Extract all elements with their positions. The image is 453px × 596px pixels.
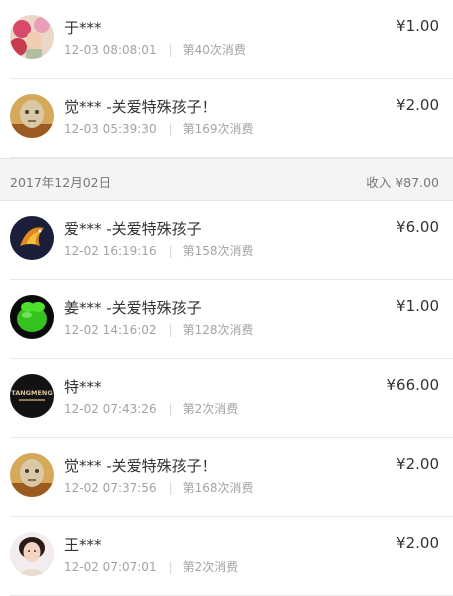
avatar bbox=[10, 94, 54, 138]
transaction-meta: 12-02 16:19:16 | 第158次消费 bbox=[64, 242, 254, 259]
transaction-meta: 12-03 05:39:30 | 第169次消费 bbox=[64, 120, 254, 137]
transaction-meta: 12-02 07:43:26 | 第2次消费 bbox=[64, 400, 238, 417]
donor-name: 觉*** -关爱特殊孩子！ bbox=[64, 457, 217, 475]
transaction-meta: 12-02 07:37:56 | 第168次消费 bbox=[64, 479, 254, 496]
transaction-time: 12-02 07:37:56 bbox=[64, 481, 157, 495]
group-income: 收入 ¥87.00 bbox=[366, 175, 439, 190]
transaction-time: 12-02 07:07:01 bbox=[64, 560, 157, 574]
donor-name: 姜*** -关爱特殊孩子 bbox=[64, 299, 202, 317]
purchase-count: 第2次消费 bbox=[182, 402, 239, 416]
transaction-row[interactable]: 王*** 12-02 07:07:01 | 第2次消费 ¥2.00 bbox=[0, 517, 453, 596]
meta-divider: | bbox=[168, 560, 173, 574]
donor-name: 于*** bbox=[64, 19, 102, 37]
avatar: TANGMENG bbox=[10, 374, 54, 418]
transaction-time: 12-02 14:16:02 bbox=[64, 323, 157, 337]
donor-name: 觉*** -关爱特殊孩子！ bbox=[64, 98, 217, 116]
donor-name: 王*** bbox=[64, 536, 102, 554]
amount: ¥1.00 bbox=[396, 297, 439, 315]
meta-divider: | bbox=[168, 122, 173, 136]
svg-text:TANGMENG: TANGMENG bbox=[11, 389, 52, 397]
amount: ¥66.00 bbox=[386, 376, 440, 394]
transaction-row[interactable]: 觉*** -关爱特殊孩子！ 12-02 07:37:56 | 第168次消费 ¥2.00 bbox=[0, 438, 453, 517]
meta-divider: | bbox=[168, 481, 173, 495]
meta-divider: | bbox=[168, 402, 173, 416]
transaction-meta: 12-03 08:08:01 | 第40次消费 bbox=[64, 41, 246, 58]
transaction-row[interactable]: 姜*** -关爱特殊孩子 12-02 14:16:02 | 第128次消费 ¥1.00 bbox=[0, 280, 453, 359]
meta-divider: | bbox=[168, 43, 173, 57]
purchase-count: 第168次消费 bbox=[182, 481, 254, 495]
meta-divider: | bbox=[168, 244, 173, 258]
purchase-count: 第169次消费 bbox=[182, 122, 254, 136]
avatar bbox=[10, 532, 54, 576]
avatar bbox=[10, 216, 54, 260]
meta-divider: | bbox=[168, 323, 173, 337]
purchase-count: 第40次消费 bbox=[182, 43, 246, 57]
group-date: 2017年12月02日 bbox=[10, 175, 112, 190]
purchase-count: 第158次消费 bbox=[182, 244, 254, 258]
transaction-time: 12-03 08:08:01 bbox=[64, 43, 157, 57]
transaction-row[interactable]: 于*** 12-03 08:08:01 | 第40次消费 ¥1.00 bbox=[0, 0, 453, 79]
purchase-count: 第128次消费 bbox=[182, 323, 254, 337]
amount: ¥1.00 bbox=[396, 17, 439, 35]
donor-name: 特*** bbox=[64, 378, 102, 396]
transaction-time: 12-02 16:19:16 bbox=[64, 244, 157, 258]
transaction-list: 于*** 12-03 08:08:01 | 第40次消费 ¥1.00 觉*** -关爱特殊… bbox=[0, 0, 453, 596]
transaction-row[interactable]: 爱*** -关爱特殊孩子 12-02 16:19:16 | 第158次消费 ¥6.00 bbox=[0, 201, 453, 280]
amount: ¥2.00 bbox=[396, 455, 439, 473]
amount: ¥6.00 bbox=[396, 218, 439, 236]
donor-name: 爱*** -关爱特殊孩子 bbox=[64, 220, 202, 238]
avatar bbox=[10, 15, 54, 59]
transaction-row[interactable]: TANGMENG 特*** 12-02 07:43:26 | 第2次消费 ¥66.00 bbox=[0, 359, 453, 438]
date-group-header: 2017年12月02日 收入 ¥87.00 bbox=[0, 158, 453, 201]
transaction-time: 12-03 05:39:30 bbox=[64, 122, 157, 136]
transaction-row[interactable]: 觉*** -关爱特殊孩子！ 12-03 05:39:30 | 第169次消费 ¥2.00 bbox=[0, 79, 453, 158]
transaction-meta: 12-02 07:07:01 | 第2次消费 bbox=[64, 558, 238, 575]
amount: ¥2.00 bbox=[396, 96, 439, 114]
transaction-time: 12-02 07:43:26 bbox=[64, 402, 157, 416]
transaction-meta: 12-02 14:16:02 | 第128次消费 bbox=[64, 321, 254, 338]
purchase-count: 第2次消费 bbox=[182, 560, 239, 574]
avatar bbox=[10, 453, 54, 497]
avatar bbox=[10, 295, 54, 339]
amount: ¥2.00 bbox=[396, 534, 439, 552]
